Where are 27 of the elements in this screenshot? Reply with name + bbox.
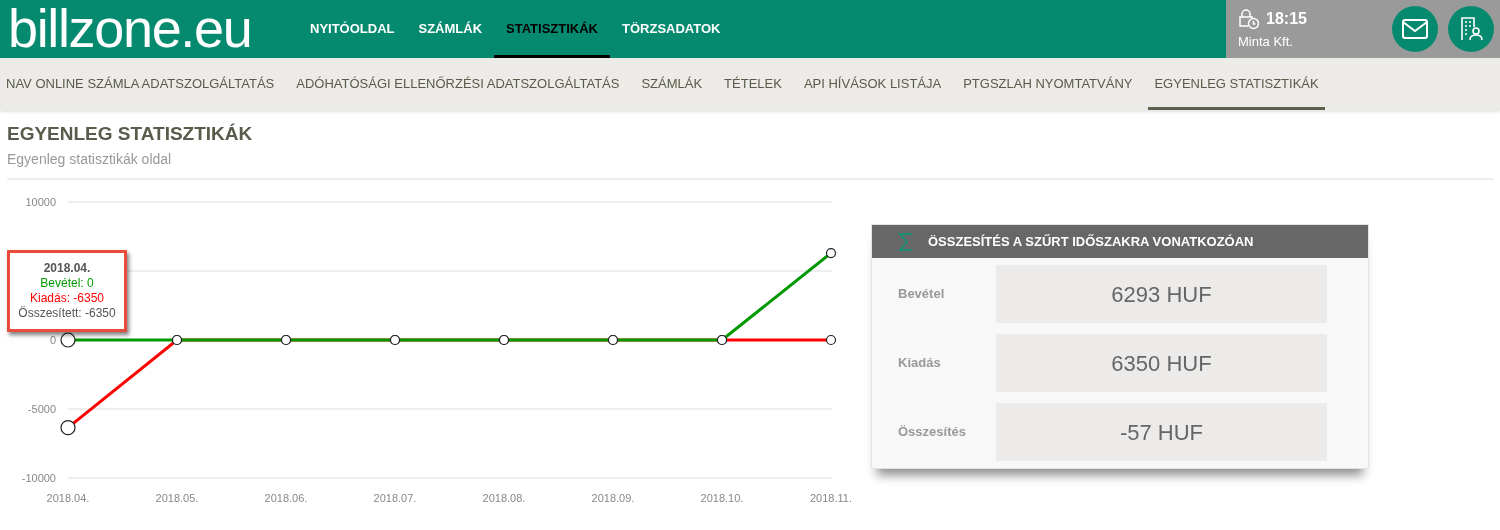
- time-text: 18:15: [1266, 8, 1307, 29]
- summary-label: Bevétel: [898, 285, 946, 304]
- summary-value: 6293 HUF: [996, 265, 1327, 323]
- x-tick-label: 2018.11.: [810, 492, 852, 504]
- tooltip-line: Bevétel: 0: [40, 276, 94, 291]
- tooltip-title: 2018.04.: [43, 261, 91, 276]
- x-tick-label: 2018.05.: [155, 492, 199, 504]
- y-tick-label: 10000: [25, 196, 56, 208]
- summary-value: -57 HUF: [996, 403, 1327, 461]
- summary-label: Kiadás: [898, 354, 942, 373]
- x-tick-label: 2018.04.: [46, 492, 90, 504]
- summary-value: 6350 HUF: [996, 334, 1327, 392]
- x-tick-label: 2018.08.: [482, 492, 526, 504]
- tooltip-line: Kiadás: -6350: [29, 291, 105, 306]
- x-tick-label: 2018.07.: [373, 492, 417, 504]
- company-name: Minta Kft.: [1238, 32, 1294, 51]
- y-tick-label: -10000: [21, 472, 56, 484]
- x-tick-label: 2018.10.: [700, 492, 744, 504]
- y-tick-label: 0: [49, 334, 56, 346]
- page-subtitle: Egyenleg statisztikák oldal: [7, 150, 173, 169]
- y-tick-label: -5000: [27, 403, 56, 415]
- tooltip-line: Összesített: -6350: [18, 306, 116, 321]
- page-title: EGYENLEG STATISZTIKÁK: [7, 122, 254, 146]
- summary-label: Összesítés: [898, 423, 967, 442]
- x-tick-label: 2018.09.: [591, 492, 635, 504]
- summary-title: ÖSSZESÍTÉS A SZŰRT IDŐSZAKRA VONATKOZÓAN: [928, 232, 1254, 251]
- x-tick-label: 2018.06.: [264, 492, 308, 504]
